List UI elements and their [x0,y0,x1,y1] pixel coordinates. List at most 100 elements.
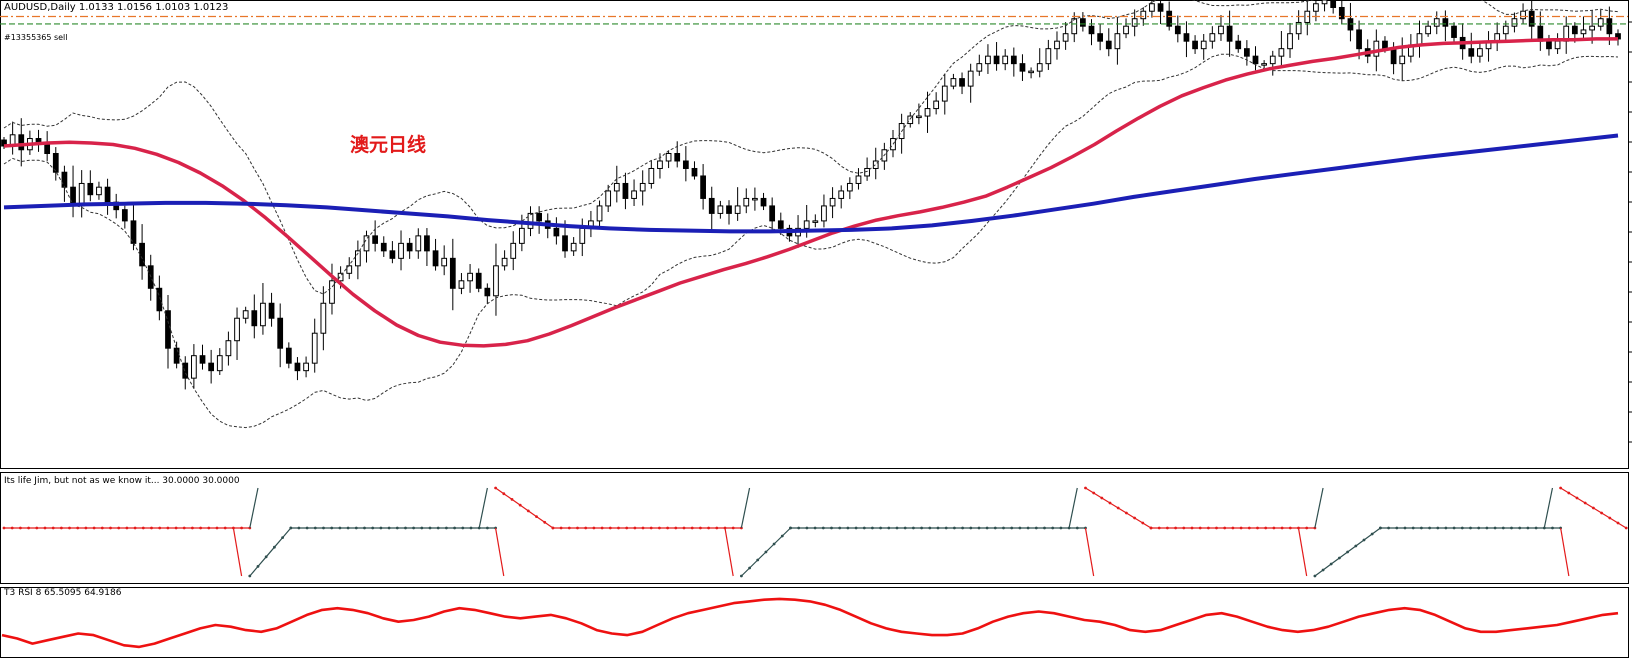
jim-indicator-dot [1444,526,1448,530]
jim-indicator-dot [567,526,571,530]
jim-indicator-dot [199,526,203,530]
candle-body [553,227,560,237]
jim-indicator-dot [993,526,997,530]
jim-indicator-dot [1280,526,1284,530]
chart-canvas[interactable] [0,0,1640,658]
candle-body [1243,48,1250,57]
candle-body [1192,40,1198,50]
candle-body [570,242,577,252]
candle-body [967,70,974,87]
jim-indicator-dot [1190,526,1194,530]
candle-body [1252,55,1259,65]
jim-indicator-dot [191,526,194,530]
candle-body [389,250,396,259]
jim-indicator-dot [1026,526,1030,530]
jim-indicator-dot [551,526,555,530]
jim-indicator-dot [838,526,842,530]
candle-body [1149,3,1155,12]
candle-body [415,235,422,252]
jim-indicator-dot [633,526,637,530]
jim-indicator-dot [1125,511,1128,515]
jim-indicator-dot [256,565,260,568]
jim-indicator-dot [1149,526,1153,530]
jim-indicator-dot [543,520,547,524]
jim-indicator-dot [912,526,915,530]
candle-body [1036,63,1043,72]
jim-indicator-dot [404,526,407,530]
candle-body [1028,70,1034,74]
jim-indicator-dot [313,526,317,530]
candle-body [674,153,681,162]
candle-body [1287,33,1293,50]
candle-body [596,205,603,222]
candle-body [1520,10,1526,20]
jim-indicator-spike [478,487,488,529]
jim-indicator-dot [1411,526,1415,530]
jim-indicator-dot [1174,526,1177,530]
jim-indicator-dot [35,526,39,530]
jim-indicator-dot [1084,486,1087,490]
jim-indicator-dot [51,526,55,530]
jim-indicator-dot [1379,526,1382,530]
jim-indicator-dot [1305,526,1309,530]
candle-body [182,362,189,379]
candle-body [1606,18,1613,35]
candle-body [1330,0,1337,8]
jim-indicator-dot [1518,526,1522,530]
candle-body [700,175,706,199]
jim-indicator-dot [100,526,104,530]
jim-indicator-dot [379,526,383,530]
candle-body [812,220,819,223]
jim-indicator-dot [92,526,96,530]
jim-indicator-dot [1583,501,1587,505]
jim-indicator-dot [920,526,923,530]
jim-indicator-dot [322,526,325,530]
candle-body [1010,55,1017,65]
jim-indicator-dot [871,526,874,530]
candle-body [1442,18,1449,27]
jim-indicator-dot [772,542,776,546]
candle-body [1502,25,1509,35]
candle-body [35,138,42,143]
candle-body [294,362,301,372]
jim-indicator-dot [412,526,415,530]
jim-indicator-dot [928,526,932,530]
candle-body [682,160,689,169]
jim-indicator-dot [264,555,268,559]
candle-body [398,242,404,259]
jim-indicator-dot [1075,526,1079,530]
candle-body [311,332,318,364]
jim-indicator-dot [1092,491,1096,495]
jim-indicator-dot [1133,516,1136,520]
jim-indicator-dot [846,526,850,530]
candle-body [1200,40,1207,50]
candle-body [225,340,232,357]
jim-indicator-dot [805,526,809,530]
candle-body [1399,55,1406,65]
candle-body [1554,40,1561,50]
candle-body [303,362,309,372]
candle-body [1382,40,1388,50]
jim-indicator-dot [1223,526,1227,530]
candle-body [1157,3,1164,12]
candle-body [985,55,991,65]
candle-body [1511,18,1518,27]
candle-body [760,197,767,207]
chart-window: AUDUSD,Daily 1.0133 1.0156 1.0103 1.0123… [0,0,1640,658]
order-label[interactable]: #13355365 sell [4,33,68,42]
candle-body [121,209,128,222]
jim-indicator-dot [1526,526,1530,530]
candle-body [484,287,491,297]
jim-indicator-dot [1051,526,1055,530]
candle-body [1373,40,1380,57]
candle-body [87,182,94,196]
candle-body [268,302,275,319]
jim-indicator-dot [592,526,596,530]
jim-indicator-dot [273,545,276,549]
jim-indicator-dot [150,526,153,530]
jim-indicator-dot [330,526,334,530]
candle-body [441,257,448,267]
jim-indicator-dot [436,526,440,530]
candle-body [855,175,862,184]
jim-indicator-dot [305,526,309,530]
